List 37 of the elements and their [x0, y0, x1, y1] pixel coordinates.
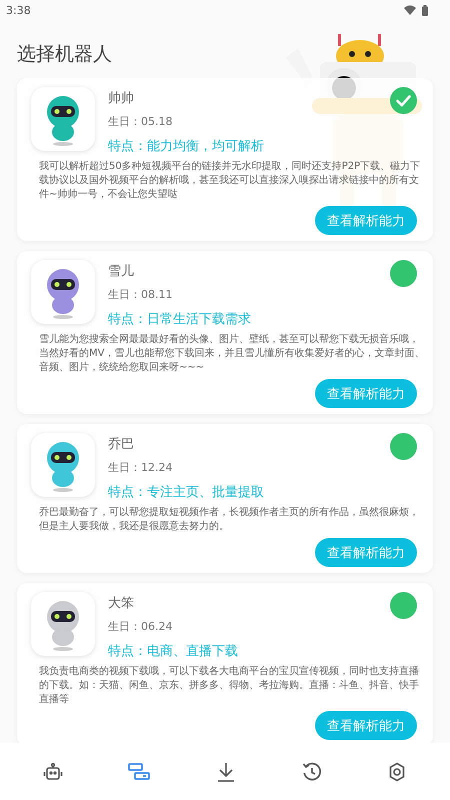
robot-birthday: 生日：06.24: [108, 619, 174, 634]
status-time: 3:38: [6, 4, 31, 16]
robot-name: 帅帅: [108, 90, 135, 107]
robot-icon: [42, 762, 63, 782]
robot-avatar: [31, 87, 95, 151]
robot-description: 我可以解析超过50多种短视频平台的链接并无水印提取，同时还支持P2P下载、磁力下载协议以及国外视频平台的解析哦，甚至我还可以直接深入嗅探出请求链接中的所有文件~帅帅一号，不会让您失望哒: [39, 160, 422, 202]
battery-icon: [422, 4, 428, 16]
robot-description: 乔巴最勤奋了，可以帮您提取短视频作者，长视频作者主页的所有作品，虽然很麻烦，但是主人要我做，我还是很愿意去努力的。: [39, 506, 420, 534]
check-icon[interactable]: [390, 87, 417, 114]
robot-birthday: 生日：05.18: [108, 114, 174, 129]
wifi-icon: [404, 5, 416, 15]
download-icon: [216, 762, 236, 782]
robot-card[interactable]: 帅帅 生日：05.18 特点：能力均衡，均可解析 我可以解析超过50多种短视频平台的链接并无水印提取，同时还支持P2P下载、磁力下载协议以及国外视频平台的解析哦，甚至我还可以直接深入嗅探出请求链接中的所有文件~帅帅一号，不会让您失望哒 查看解析能力: [17, 78, 433, 241]
robot-description: 我负责电商类的视频下载哦，可以下载各大电商平台的宝贝宣传视频，同时也支持直播的下载。如：天猫、闲鱼、京东、拼多多、得物、考拉海购。直播：斗鱼、抖音、快手直播等: [39, 665, 420, 707]
robot-name: 大笨: [108, 595, 135, 612]
robot-card[interactable]: 乔巴 生日：12.24 特点：专注主页、批量提取 乔巴最勤奋了，可以帮您提取短视频作者，长视频作者主页的所有作品，虽然很麻烦，但是主人要我做，我还是很愿意去努力的。 查看解析能力: [17, 424, 433, 573]
robot-feature: 特点：专注主页、批量提取: [108, 484, 265, 501]
robot-card[interactable]: 雪儿 生日：08.11 特点：日常生活下载需求 雪儿能为您搜索全网最最最好看的头像、图片、壁纸，甚至可以帮您下载无损音乐哦，当然好看的MV，雪儿也能帮您下载回来，并且雪儿懂所有收集爱好者的心，文章封面、音频、图片，统统给您取回来呀~~~ 查看解析能力: [17, 251, 433, 414]
cards-icon: [128, 762, 150, 782]
status-dot[interactable]: [390, 433, 417, 460]
settings-icon: [387, 762, 408, 782]
robot-avatar: [31, 260, 95, 324]
robot-name: 乔巴: [108, 436, 135, 453]
robot-card[interactable]: 大笨 生日：06.24 特点：电商、直播下载 我负责电商类的视频下载哦，可以下载各大电商平台的宝贝宣传视频，同时也支持直播的下载。如：天猫、闲鱼、京东、拼多多、得物、考拉海购。直播：斗鱼、抖音、快手直播等 查看解析能力: [17, 583, 433, 743]
robot-description: 雪儿能为您搜索全网最最最好看的头像、图片、壁纸，甚至可以帮您下载无损音乐哦，当然好看的MV，雪儿也能帮您下载回来，并且雪儿懂所有收集爱好者的心，文章封面、音频、图片，统统给您取回来呀~~~: [39, 333, 425, 375]
robot-avatar: [31, 592, 95, 656]
page-title: 选择机器人: [17, 42, 112, 67]
history-icon: [302, 762, 322, 782]
robot-avatar: [31, 433, 95, 497]
robot-feature: 特点：能力均衡，均可解析: [108, 138, 265, 155]
robot-birthday: 生日：12.24: [108, 460, 174, 475]
robot-feature: 特点：日常生活下载需求: [108, 311, 252, 328]
status-dot[interactable]: [390, 592, 417, 619]
status-dot[interactable]: [390, 260, 417, 287]
robot-birthday: 生日：08.11: [108, 287, 174, 302]
robot-name: 雪儿: [108, 263, 135, 280]
robot-feature: 特点：电商、直播下载: [108, 643, 239, 660]
